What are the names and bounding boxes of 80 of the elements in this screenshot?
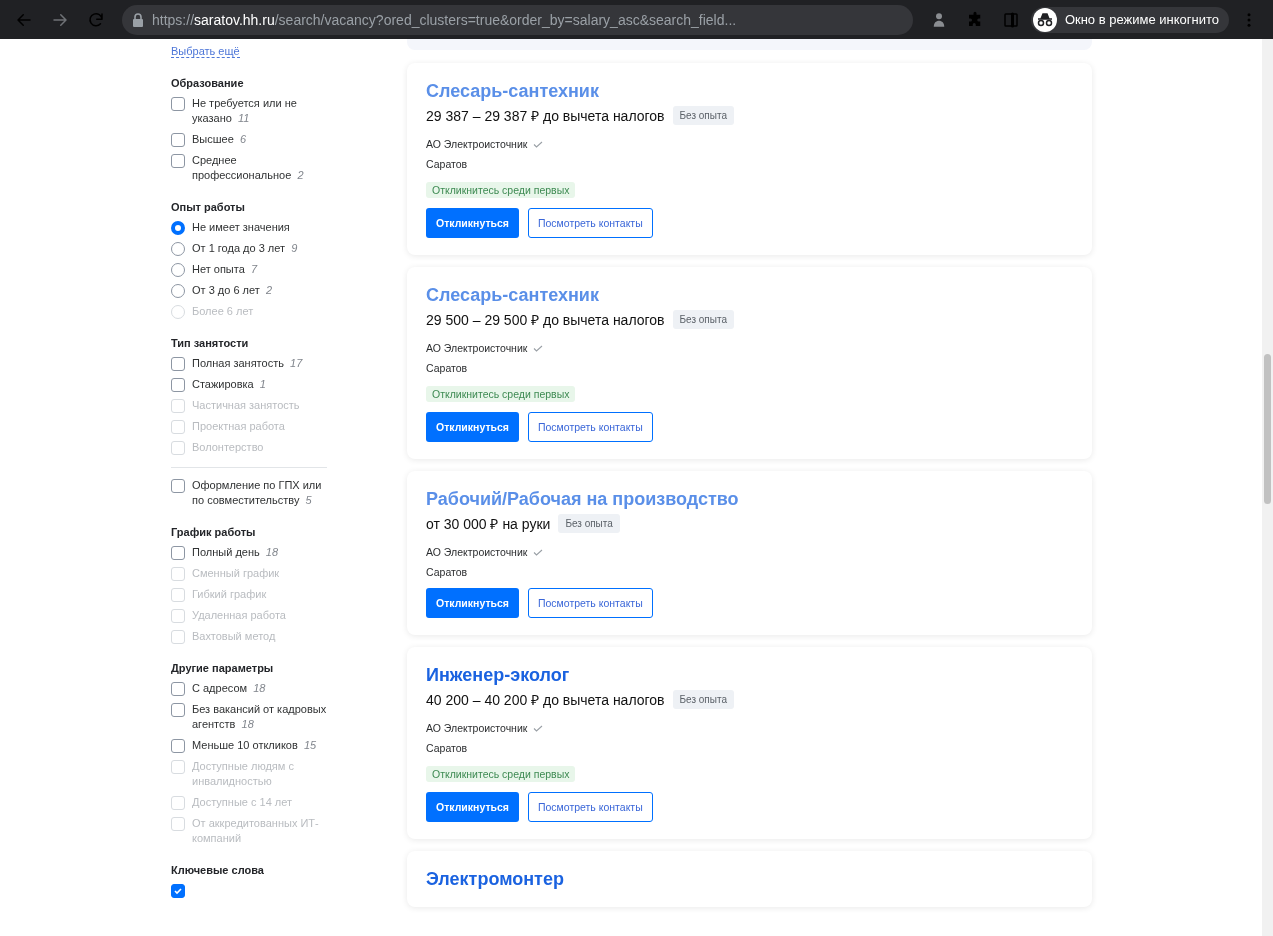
- filter-label[interactable]: Меньше 10 откликов 15: [192, 738, 317, 753]
- respond-button[interactable]: Откликнуться: [426, 588, 519, 618]
- checkbox[interactable]: [171, 682, 185, 696]
- vacancy-title-link[interactable]: Рабочий/Рабочая на производство: [426, 489, 739, 510]
- check-icon: [533, 548, 544, 556]
- filter-heading: График работы: [171, 526, 257, 538]
- radio-button[interactable]: [171, 263, 185, 277]
- view-contacts-button[interactable]: Посмотреть контакты: [527, 412, 653, 442]
- filter-label[interactable]: От 3 до 6 лет 2: [192, 283, 273, 298]
- employer-name[interactable]: АО Электроисточник: [426, 342, 528, 354]
- view-contacts-button[interactable]: Посмотреть контакты: [527, 792, 653, 822]
- respond-button[interactable]: Откликнуться: [426, 792, 519, 822]
- filter-label[interactable]: Стажировка 1: [192, 377, 266, 392]
- filter-label[interactable]: Полная занятость 17: [192, 356, 303, 371]
- radio-button[interactable]: [171, 242, 185, 256]
- experience-tag: Без опыта: [558, 514, 620, 533]
- vacancy-title-link[interactable]: Слесарь-сантехник: [426, 81, 599, 102]
- checkbox[interactable]: [171, 97, 185, 111]
- scrollbar[interactable]: [1262, 39, 1273, 936]
- view-contacts-button[interactable]: Посмотреть контакты: [527, 208, 653, 238]
- salary-text: 29 387 – 29 387 ₽ до вычета налогов: [426, 107, 665, 125]
- filter-label[interactable]: С адресом 18: [192, 681, 266, 696]
- filter-label[interactable]: От 1 года до 3 лет 9: [192, 241, 298, 256]
- checkbox[interactable]: [171, 546, 185, 560]
- filter-heading: Тип занятости: [171, 337, 250, 349]
- incognito-icon: [1035, 12, 1054, 27]
- promo-tag: Откликнитесь среди первых: [426, 766, 576, 782]
- checkbox[interactable]: [171, 154, 185, 168]
- checkbox[interactable]: [171, 703, 185, 717]
- promo-tag: Откликнитесь среди первых: [426, 386, 576, 402]
- salary-text: 29 500 – 29 500 ₽ до вычета налогов: [426, 311, 665, 329]
- vacancy-title-link[interactable]: Инженер-эколог: [426, 665, 570, 686]
- filter-heading: Образование: [171, 77, 245, 89]
- filter-label[interactable]: Полный день 18: [192, 545, 279, 560]
- city-text: Саратов: [426, 362, 469, 374]
- filter-label[interactable]: Нет опыта 7: [192, 262, 258, 277]
- experience-tag: Без опыта: [672, 310, 734, 329]
- city-text: Саратов: [426, 742, 469, 754]
- city-text: Саратов: [426, 566, 469, 578]
- salary-text: от 30 000 ₽ на руки: [426, 515, 551, 533]
- view-contacts-button[interactable]: Посмотреть контакты: [527, 588, 653, 618]
- experience-tag: Без опыта: [672, 106, 734, 125]
- check-icon: [533, 724, 544, 732]
- checkbox[interactable]: [171, 357, 185, 371]
- filter-label[interactable]: Без вакансий от кадровых агентств 18: [192, 702, 327, 732]
- lock-icon: [132, 12, 144, 27]
- checkbox[interactable]: [171, 884, 185, 898]
- url-text: https://saratov.hh.ru/search/vacancy?ored_clusters=true&order_by=salary_asc&search_field...: [152, 11, 738, 28]
- incognito-profile-button[interactable]: Окно в режиме инкогнито: [1030, 6, 1229, 33]
- filter-label[interactable]: Не имеет значения: [192, 220, 290, 235]
- checkbox[interactable]: [171, 378, 185, 392]
- vacancy-title-link[interactable]: Слесарь-сантехник: [426, 285, 599, 306]
- respond-button[interactable]: Откликнуться: [426, 208, 519, 238]
- respond-button[interactable]: Откликнуться: [426, 412, 519, 442]
- employer-name[interactable]: АО Электроисточник: [426, 546, 528, 558]
- checkbox[interactable]: [171, 479, 185, 493]
- checkbox[interactable]: [171, 739, 185, 753]
- employer-name[interactable]: АО Электроисточник: [426, 138, 528, 150]
- filter-heading: Ключевые слова: [171, 864, 265, 876]
- filter-heading: Опыт работы: [171, 201, 246, 213]
- radio-button[interactable]: [171, 284, 185, 298]
- filter-label[interactable]: Не требуется или не указано 11: [192, 96, 327, 126]
- vacancy-title-link[interactable]: Электромонтер: [426, 869, 564, 890]
- address-bar[interactable]: https://saratov.hh.ru/search/vacancy?ored_clusters=true&order_by=salary_asc&search_field...: [122, 4, 913, 35]
- checkbox[interactable]: [171, 133, 185, 147]
- promo-tag: Откликнитесь среди первых: [426, 182, 576, 198]
- filter-label[interactable]: Оформление по ГПХ или по совместительству 5: [192, 478, 327, 508]
- check-icon: [173, 886, 183, 896]
- filter-label[interactable]: Среднее профессиональное 2: [192, 153, 327, 183]
- show-more-link[interactable]: Выбрать ещё: [171, 45, 240, 58]
- city-text: Саратов: [426, 158, 469, 170]
- check-icon: [533, 344, 544, 352]
- scrollbar-thumb[interactable]: [1264, 354, 1271, 504]
- employer-name[interactable]: АО Электроисточник: [426, 722, 528, 734]
- salary-text: 40 200 – 40 200 ₽ до вычета налогов: [426, 691, 665, 709]
- experience-tag: Без опыта: [672, 690, 734, 709]
- check-icon: [533, 140, 544, 148]
- filter-label[interactable]: Высшее 6: [192, 132, 247, 147]
- filter-heading: Другие параметры: [171, 662, 275, 674]
- radio-button[interactable]: [171, 221, 185, 235]
